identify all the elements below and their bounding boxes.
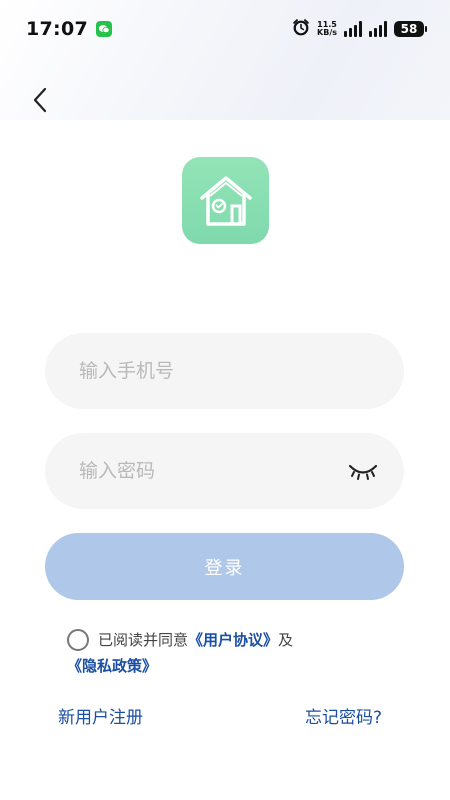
house-icon: [199, 175, 252, 226]
status-bar: 17:07 11.5 KB/s 58: [0, 0, 450, 58]
user-agreement-link[interactable]: 《用户协议》: [188, 627, 278, 653]
password-input[interactable]: [79, 460, 348, 482]
agreement-checkbox[interactable]: [67, 629, 89, 651]
eye-closed-icon[interactable]: [348, 461, 378, 481]
phone-field: [45, 333, 404, 409]
status-left: 17:07: [26, 18, 112, 40]
back-button[interactable]: [26, 84, 54, 116]
status-right: 11.5 KB/s 58: [292, 18, 427, 40]
app-logo: [182, 157, 269, 244]
forgot-password-link[interactable]: 忘记密码?: [305, 703, 382, 728]
network-speed: 11.5 KB/s: [317, 21, 337, 37]
battery-icon: 58: [394, 21, 427, 37]
signal-2-icon: [369, 21, 387, 37]
battery-level: 58: [400, 22, 418, 36]
agreement-prefix: 已阅读并同意: [98, 631, 189, 649]
phone-input[interactable]: [79, 360, 378, 382]
agreement-and: 及: [278, 631, 294, 649]
login-button[interactable]: 登录: [45, 533, 404, 600]
wechat-notification-icon: [95, 21, 112, 37]
privacy-policy-link[interactable]: 《隐私政策》: [67, 657, 157, 675]
register-link[interactable]: 新用户注册: [58, 703, 143, 728]
agreement-section: 已阅读并同意 《用户协议》 及 《隐私政策》: [67, 627, 387, 679]
status-time: 17:07: [26, 18, 88, 40]
network-speed-unit: KB/s: [317, 28, 337, 37]
signal-1-icon: [344, 21, 362, 37]
password-field: [45, 433, 404, 509]
chevron-left-icon: [33, 87, 47, 113]
agreement-row: 已阅读并同意 《用户协议》 及: [67, 627, 387, 653]
alarm-icon: [292, 18, 310, 40]
privacy-row: 《隐私政策》: [67, 653, 387, 679]
